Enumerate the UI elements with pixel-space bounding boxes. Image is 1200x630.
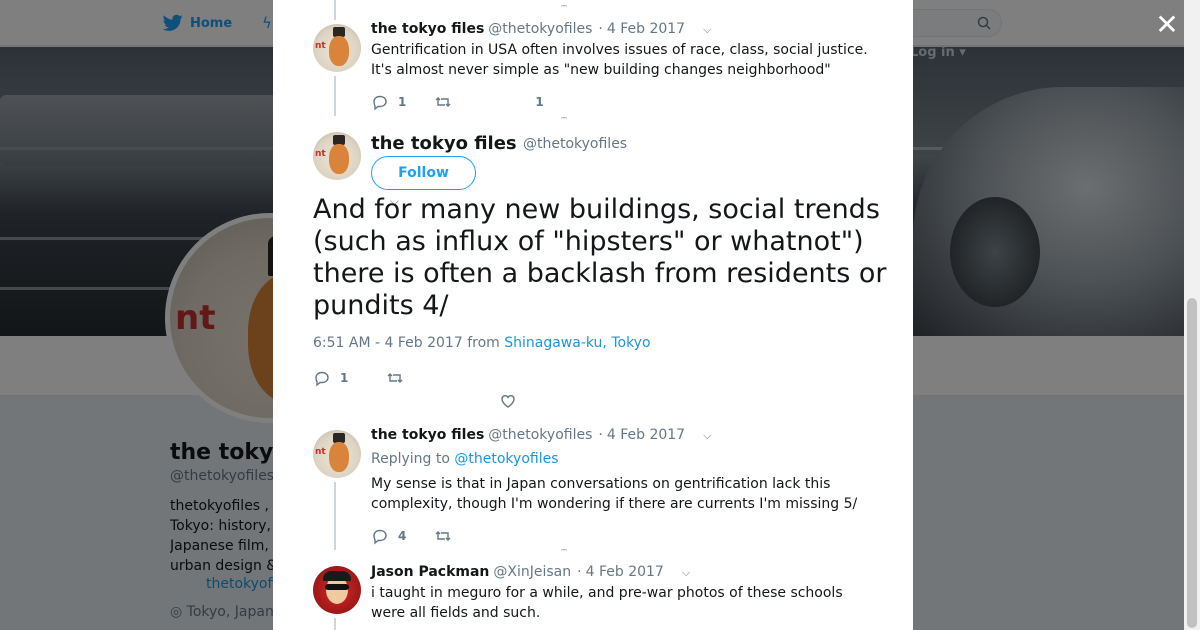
tweet-actions: 4 <box>371 526 452 546</box>
replying-to-handle[interactable]: @thetokyofiles <box>454 451 558 467</box>
tweet-location[interactable]: Shinagawa-ku, Tokyo <box>504 335 650 351</box>
replying-to-label: Replying to <box>371 451 450 467</box>
replying-to: Replying to @thetokyofiles <box>371 451 559 467</box>
expand-indicator: ᵔᵔ <box>561 548 568 558</box>
tweet-author-name[interactable]: the tokyo files <box>371 21 484 37</box>
like-button[interactable]: 1 <box>535 95 543 109</box>
tweet-modal: ᵔᵔ nt the tokyo files @thetokyofiles · 4… <box>273 0 913 630</box>
main-tweet-text: And for many new buildings, social trend… <box>313 194 887 321</box>
avatar[interactable]: nt <box>313 430 361 478</box>
tweet-header: Jason Packman @XinJeisan · 4 Feb 2017 ⌵ <box>371 564 690 580</box>
tweet-date[interactable]: 4 Feb 2017 <box>586 564 664 580</box>
tweet-author-handle[interactable]: @thetokyofiles <box>488 427 592 443</box>
tweet-date[interactable]: 4 Feb 2017 <box>607 427 685 443</box>
reply-icon <box>373 529 387 545</box>
close-button[interactable]: ✕ <box>1154 11 1180 39</box>
retweet-button[interactable] <box>434 93 452 111</box>
tweet-metadata: 6:51 AM - 4 Feb 2017 from Shinagawa-ku, … <box>313 335 651 351</box>
retweet-icon <box>387 373 403 383</box>
reply-icon <box>373 95 387 111</box>
reply-button[interactable]: 1 <box>371 93 406 111</box>
reply-icon <box>315 371 329 387</box>
reply-button[interactable]: 1 <box>313 369 348 387</box>
heart-icon <box>501 395 515 408</box>
chevron-down-icon[interactable]: ⌵ <box>682 566 690 580</box>
expand-indicator: ᵔᵔ <box>561 116 568 126</box>
tweet-text: i taught in meguro for a while, and pre-… <box>371 585 843 621</box>
thread-line <box>334 482 336 550</box>
tweet-actions: 1 1 <box>371 92 544 112</box>
avatar[interactable]: nt <box>313 24 361 72</box>
main-tweet-actions: 1 <box>313 368 404 388</box>
scrollbar-thumb[interactable] <box>1187 298 1197 628</box>
reply-count: 4 <box>398 529 407 543</box>
thread-line <box>334 618 336 630</box>
main-tweet-author-name[interactable]: the tokyo files <box>371 133 517 154</box>
tweet-author-handle[interactable]: @XinJeisan <box>493 564 571 580</box>
retweet-button[interactable] <box>386 369 404 387</box>
retweet-icon <box>435 531 451 541</box>
expand-indicator: ᵔᵔ <box>561 4 568 14</box>
like-count: 1 <box>535 95 544 109</box>
retweet-button[interactable] <box>434 527 452 545</box>
tweet-date[interactable]: 4 Feb 2017 <box>607 21 685 37</box>
tweet-text: Gentrification in USA often involves iss… <box>371 42 868 78</box>
tweet-header: the tokyo files @thetokyofiles · 4 Feb 2… <box>371 21 711 37</box>
separator-dot: · <box>577 564 582 580</box>
tweet-author-handle[interactable]: @thetokyofiles <box>488 21 592 37</box>
chevron-down-icon[interactable]: ⌵ <box>703 23 711 37</box>
reply-count: 1 <box>340 371 349 385</box>
thread-line <box>334 76 336 116</box>
separator-dot: · <box>598 427 603 443</box>
thread-line <box>334 0 336 20</box>
reply-count: 1 <box>398 95 407 109</box>
main-tweet-author-handle[interactable]: @thetokyofiles <box>523 136 627 152</box>
tweet-author-name[interactable]: the tokyo files <box>371 427 484 443</box>
like-button[interactable] <box>499 392 517 410</box>
avatar[interactable]: nt <box>313 132 361 180</box>
follow-button[interactable]: Follow <box>371 156 476 190</box>
separator-dot: · <box>598 21 603 37</box>
avatar[interactable] <box>313 566 361 614</box>
from-label: from <box>467 335 500 351</box>
tweet-header: the tokyo files @thetokyofiles · 4 Feb 2… <box>371 427 711 443</box>
tweet-timestamp[interactable]: 6:51 AM - 4 Feb 2017 <box>313 335 463 351</box>
tweet-author-name[interactable]: Jason Packman <box>371 564 489 580</box>
chevron-down-icon[interactable]: ⌵ <box>703 429 711 443</box>
tweet-text: My sense is that in Japan conversations … <box>371 476 858 512</box>
retweet-icon <box>435 97 451 107</box>
reply-button[interactable]: 4 <box>371 527 406 545</box>
